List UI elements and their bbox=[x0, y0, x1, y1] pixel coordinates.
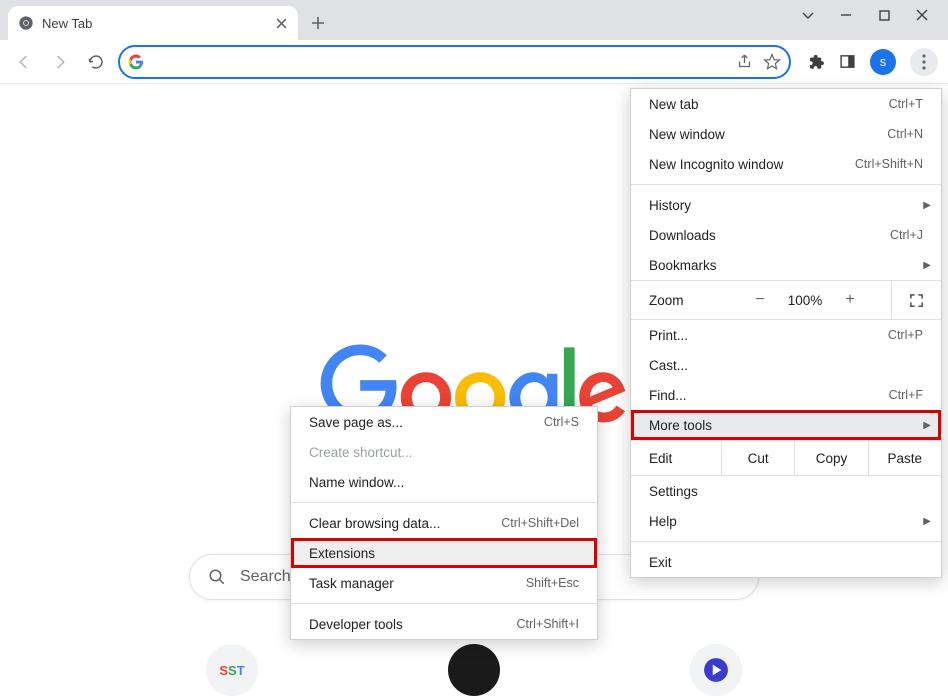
side-panel-icon[interactable] bbox=[839, 53, 856, 70]
submenu-save-page[interactable]: Save page as...Ctrl+S bbox=[291, 407, 597, 437]
zoom-out-button[interactable]: − bbox=[742, 291, 778, 309]
zoom-value: 100% bbox=[782, 293, 828, 308]
edit-copy[interactable]: Copy bbox=[794, 441, 867, 475]
menu-bookmarks[interactable]: Bookmarks▶ bbox=[631, 250, 941, 280]
back-button[interactable] bbox=[10, 48, 38, 76]
google-g-icon bbox=[128, 54, 144, 70]
shortcut-chips: SST bbox=[206, 644, 742, 696]
edit-label: Edit bbox=[631, 451, 721, 466]
menu-help[interactable]: Help▶ bbox=[631, 506, 941, 536]
menu-more-tools[interactable]: More tools▶ bbox=[631, 410, 941, 440]
zoom-label: Zoom bbox=[649, 293, 719, 308]
menu-exit[interactable]: Exit bbox=[631, 547, 941, 577]
chevron-down-icon[interactable] bbox=[800, 7, 816, 23]
extensions-puzzle-icon[interactable] bbox=[807, 53, 825, 71]
fullscreen-button[interactable] bbox=[891, 281, 941, 319]
browser-tab[interactable]: New Tab bbox=[8, 6, 298, 40]
menu-new-tab[interactable]: New tabCtrl+T bbox=[631, 89, 941, 119]
bookmark-star-icon[interactable] bbox=[763, 53, 781, 71]
search-icon bbox=[208, 568, 226, 586]
close-window-icon[interactable] bbox=[914, 7, 930, 23]
close-tab-icon[interactable] bbox=[274, 16, 288, 30]
forward-button[interactable] bbox=[46, 48, 74, 76]
reload-button[interactable] bbox=[82, 48, 110, 76]
shortcut-chip[interactable]: SST bbox=[206, 644, 258, 696]
chrome-favicon bbox=[18, 15, 34, 31]
menu-incognito[interactable]: New Incognito windowCtrl+Shift+N bbox=[631, 149, 941, 179]
profile-avatar[interactable]: s bbox=[870, 49, 896, 75]
submenu-extensions[interactable]: Extensions bbox=[291, 538, 597, 568]
window-controls bbox=[800, 0, 948, 40]
chrome-main-menu: New tabCtrl+T New windowCtrl+N New Incog… bbox=[630, 88, 942, 578]
tab-title: New Tab bbox=[42, 16, 92, 31]
edit-paste[interactable]: Paste bbox=[868, 441, 941, 475]
edit-cut[interactable]: Cut bbox=[721, 441, 794, 475]
url-input[interactable] bbox=[152, 54, 728, 70]
menu-zoom-row: Zoom − 100% + bbox=[631, 280, 941, 320]
submenu-task-manager[interactable]: Task managerShift+Esc bbox=[291, 568, 597, 598]
menu-cast[interactable]: Cast... bbox=[631, 350, 941, 380]
menu-edit-row: Edit Cut Copy Paste bbox=[631, 440, 941, 476]
menu-downloads[interactable]: DownloadsCtrl+J bbox=[631, 220, 941, 250]
browser-titlebar: New Tab bbox=[0, 0, 948, 40]
menu-settings[interactable]: Settings bbox=[631, 476, 941, 506]
maximize-icon[interactable] bbox=[876, 7, 892, 23]
more-menu-button[interactable] bbox=[910, 48, 938, 76]
shortcut-chip[interactable] bbox=[448, 644, 500, 696]
share-icon[interactable] bbox=[736, 53, 753, 70]
address-bar[interactable] bbox=[118, 45, 791, 79]
submenu-name-window[interactable]: Name window... bbox=[291, 467, 597, 497]
submenu-dev-tools[interactable]: Developer toolsCtrl+Shift+I bbox=[291, 609, 597, 639]
menu-find[interactable]: Find...Ctrl+F bbox=[631, 380, 941, 410]
shortcut-chip[interactable] bbox=[690, 644, 742, 696]
minimize-icon[interactable] bbox=[838, 7, 854, 23]
new-tab-button[interactable] bbox=[304, 9, 332, 37]
menu-print[interactable]: Print...Ctrl+P bbox=[631, 320, 941, 350]
submenu-clear-data[interactable]: Clear browsing data...Ctrl+Shift+Del bbox=[291, 508, 597, 538]
zoom-in-button[interactable]: + bbox=[832, 291, 868, 309]
submenu-create-shortcut: Create shortcut... bbox=[291, 437, 597, 467]
browser-toolbar: s bbox=[0, 40, 948, 84]
menu-history[interactable]: History▶ bbox=[631, 190, 941, 220]
menu-new-window[interactable]: New windowCtrl+N bbox=[631, 119, 941, 149]
more-tools-submenu: Save page as...Ctrl+S Create shortcut...… bbox=[290, 406, 598, 640]
